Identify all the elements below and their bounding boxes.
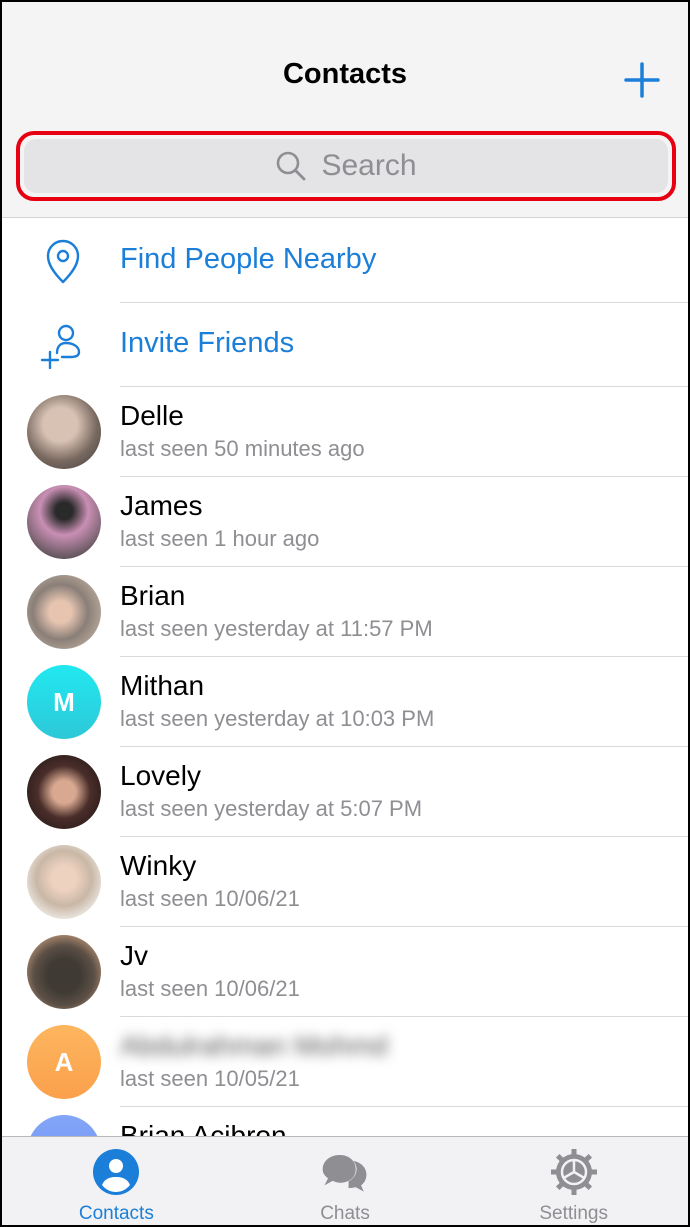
contact-row[interactable]: Jv last seen 10/06/21 bbox=[2, 927, 688, 1017]
contact-name: Delle bbox=[120, 400, 184, 431]
tab-chats[interactable]: Chats bbox=[231, 1137, 460, 1225]
contacts-screen: Contacts Search Find People Nearby Invit… bbox=[2, 2, 688, 1225]
tab-label: Contacts bbox=[78, 1203, 154, 1224]
contact-row[interactable]: M Mithan last seen yesterday at 10:03 PM bbox=[2, 657, 688, 747]
contact-status: last seen 50 minutes ago bbox=[120, 436, 365, 461]
contact-row[interactable]: Winky last seen 10/06/21 bbox=[2, 837, 688, 927]
contact-row[interactable]: Brian last seen yesterday at 11:57 PM bbox=[2, 567, 688, 657]
chats-icon bbox=[322, 1155, 367, 1192]
contact-row[interactable]: A Abdulrahman Mohmd last seen 10/05/21 bbox=[2, 1017, 688, 1107]
contact-status: last seen 1 hour ago bbox=[120, 526, 320, 551]
plus-icon bbox=[624, 62, 660, 98]
avatar bbox=[27, 395, 101, 469]
location-pin-icon bbox=[46, 239, 80, 284]
contact-name: Brian bbox=[120, 580, 186, 611]
contact-status: last seen yesterday at 5:07 PM bbox=[120, 796, 423, 821]
avatar: A bbox=[27, 1025, 101, 1099]
invite-friends-label: Invite Friends bbox=[120, 327, 295, 359]
invite-friends-item[interactable]: Invite Friends bbox=[2, 303, 688, 387]
avatar bbox=[27, 485, 101, 559]
contact-name: James bbox=[120, 490, 203, 521]
tab-bar: Contacts Chats Settings bbox=[2, 1136, 688, 1225]
contacts-list: Find People Nearby Invite Friends Delle … bbox=[2, 219, 688, 1197]
header: Contacts Search bbox=[2, 2, 688, 218]
find-people-nearby-item[interactable]: Find People Nearby bbox=[2, 219, 688, 303]
avatar bbox=[27, 755, 101, 829]
avatar bbox=[27, 935, 101, 1009]
tab-contacts[interactable]: Contacts bbox=[2, 1137, 231, 1225]
contact-status: last seen yesterday at 11:57 PM bbox=[120, 616, 433, 641]
avatar bbox=[27, 845, 101, 919]
add-person-icon bbox=[40, 324, 81, 369]
avatar: M bbox=[27, 665, 101, 739]
contact-name: Jv bbox=[120, 940, 148, 971]
contacts-icon bbox=[93, 1149, 140, 1195]
find-people-nearby-label: Find People Nearby bbox=[120, 243, 377, 275]
contact-name-redacted: Abdulrahman Mohmd bbox=[120, 1030, 388, 1061]
contact-status: last seen 10/06/21 bbox=[120, 976, 300, 1001]
search-input[interactable]: Search bbox=[24, 139, 668, 193]
tab-label: Settings bbox=[539, 1203, 608, 1224]
add-contact-button[interactable] bbox=[622, 60, 662, 100]
contact-status: last seen 10/06/21 bbox=[120, 886, 300, 911]
tab-settings[interactable]: Settings bbox=[459, 1137, 688, 1225]
contact-row[interactable]: James last seen 1 hour ago bbox=[2, 477, 688, 567]
tab-label: Chats bbox=[320, 1203, 370, 1224]
search-highlight: Search bbox=[16, 131, 676, 201]
contact-name: Winky bbox=[120, 850, 197, 881]
contact-row[interactable]: Lovely last seen yesterday at 5:07 PM bbox=[2, 747, 688, 837]
contact-status: last seen yesterday at 10:03 PM bbox=[120, 706, 435, 731]
search-icon bbox=[277, 151, 306, 181]
contact-name: Lovely bbox=[120, 760, 201, 791]
page-title: Contacts bbox=[282, 58, 408, 90]
contact-name: Mithan bbox=[120, 670, 205, 701]
contact-status: last seen 10/05/21 bbox=[120, 1066, 300, 1091]
settings-icon bbox=[550, 1149, 597, 1195]
avatar bbox=[27, 575, 101, 649]
contact-row[interactable]: Delle last seen 50 minutes ago bbox=[2, 387, 688, 477]
avatar-initial: A bbox=[54, 1046, 74, 1077]
avatar-initial: M bbox=[53, 686, 75, 717]
search-placeholder: Search bbox=[321, 149, 417, 182]
